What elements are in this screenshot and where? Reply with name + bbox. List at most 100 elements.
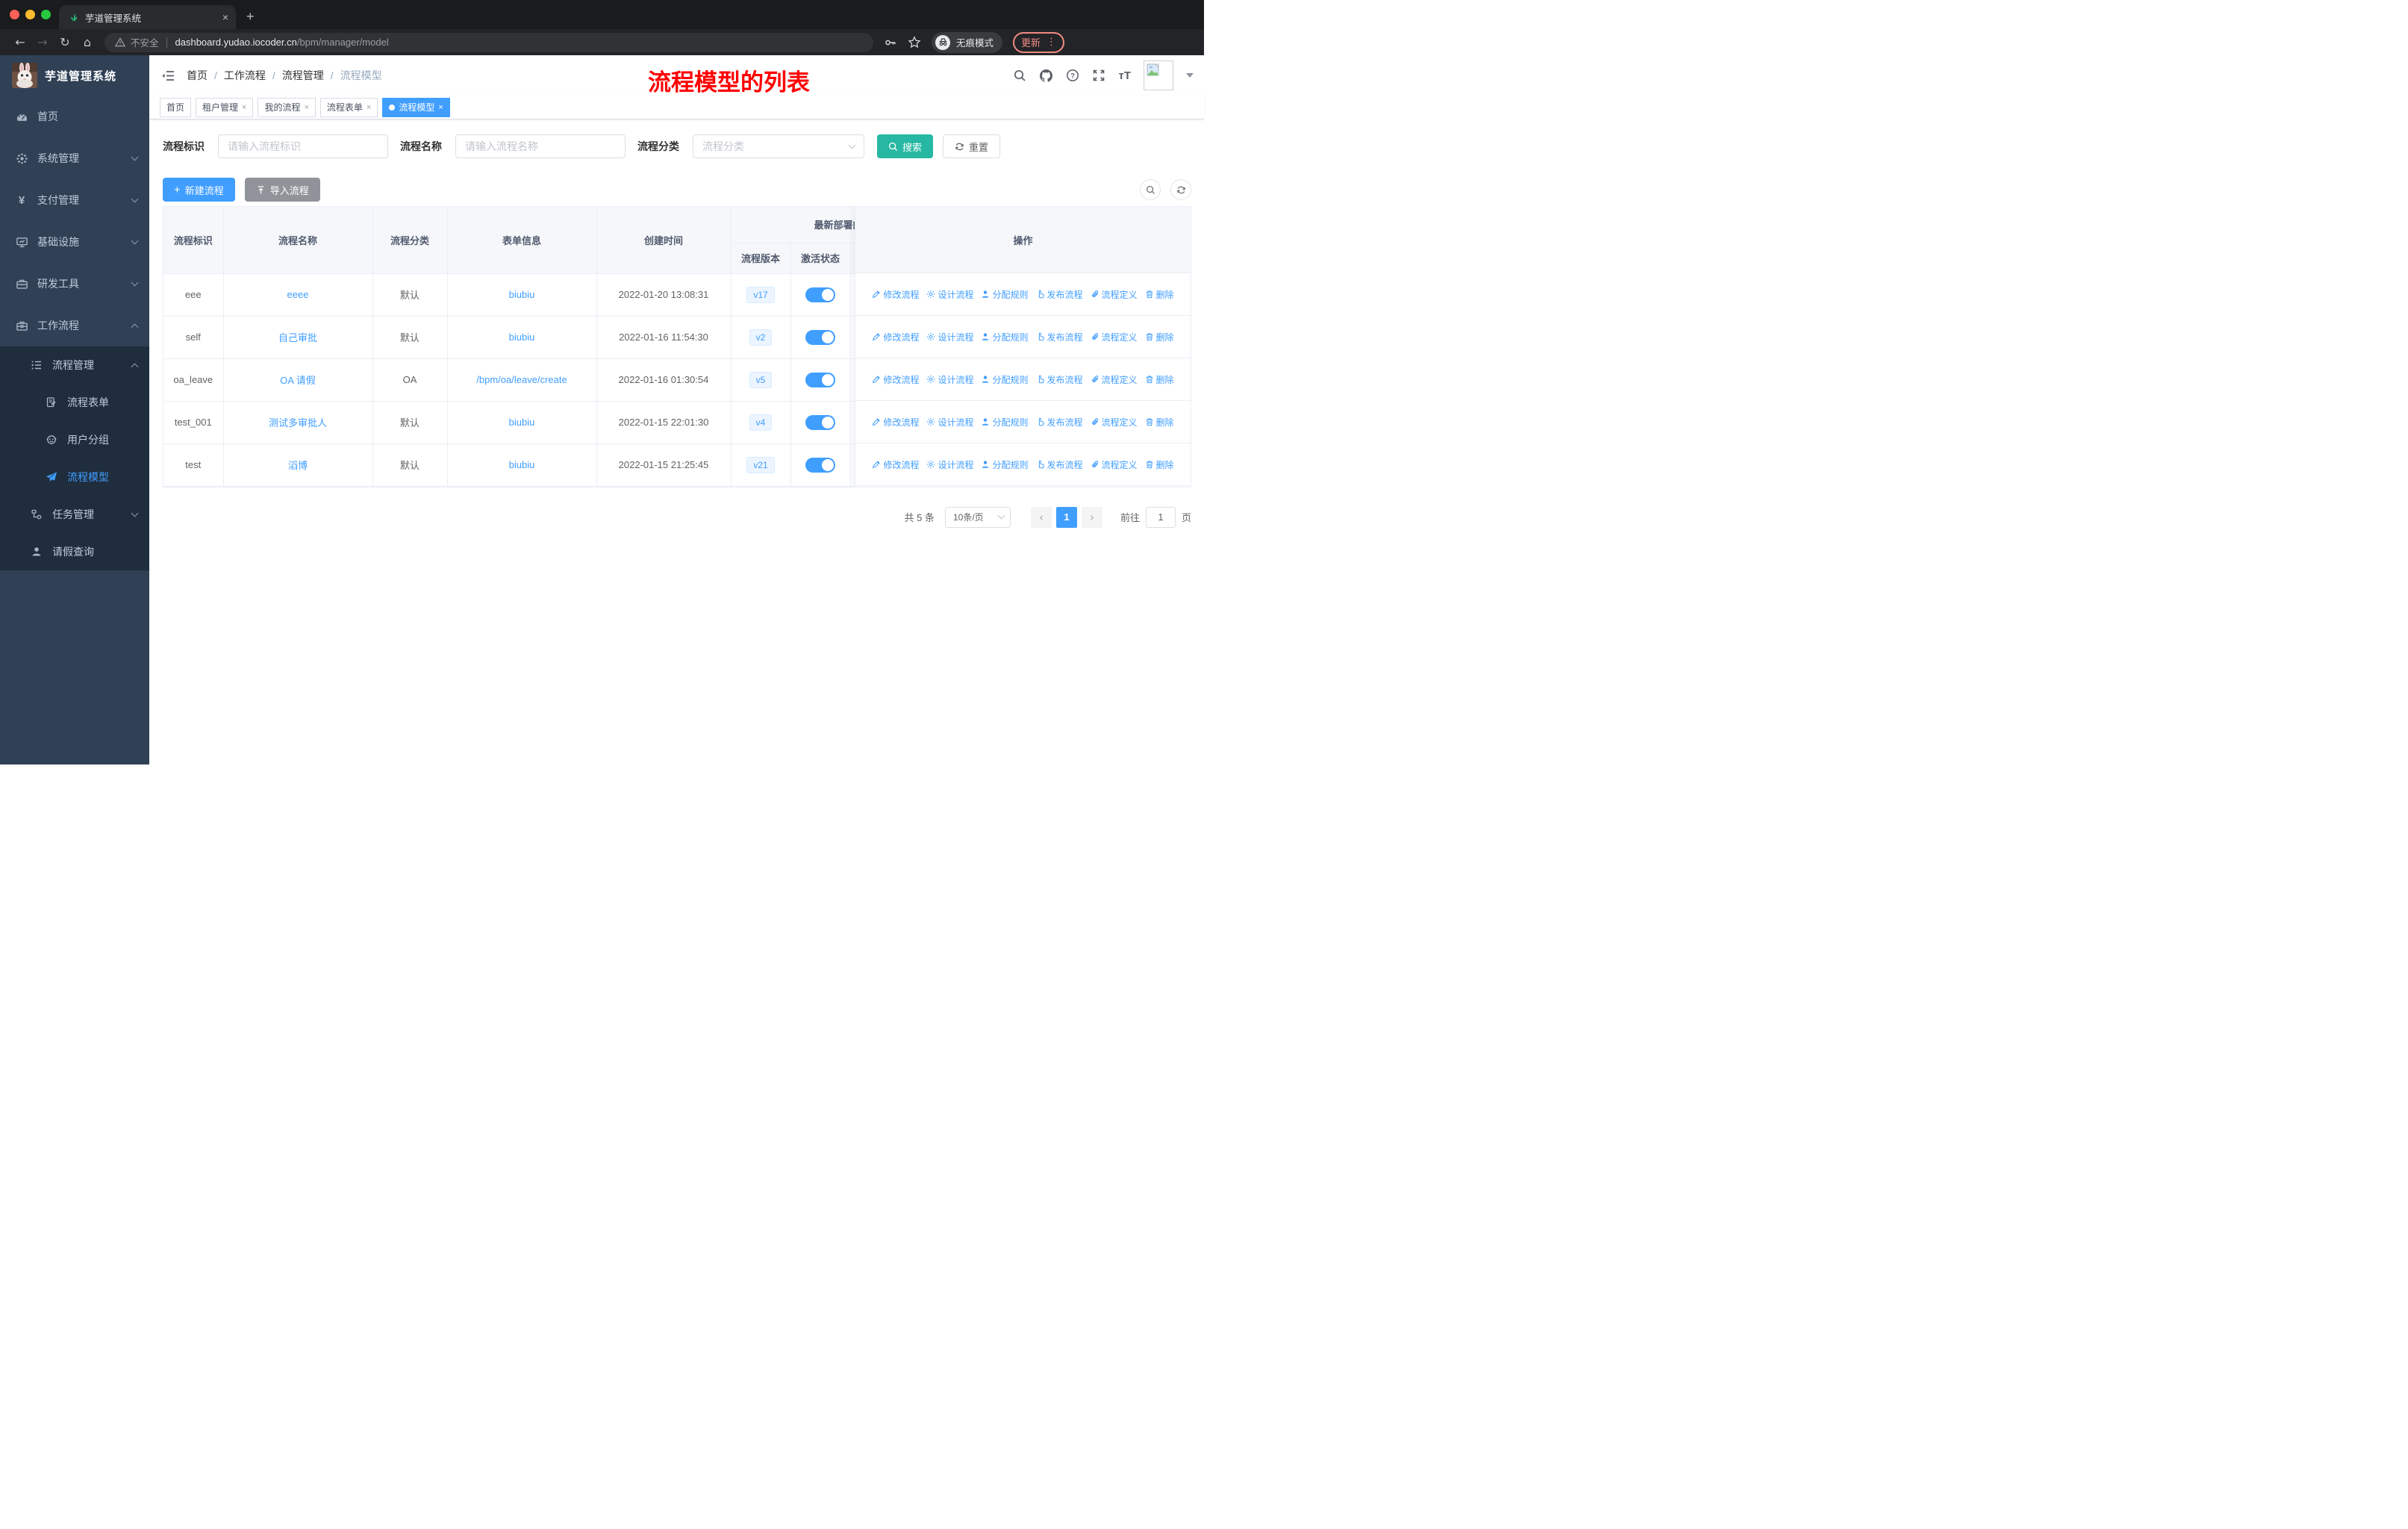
model-name-link[interactable]: eeee [287, 289, 309, 300]
tag-close-icon[interactable]: × [242, 99, 246, 116]
model-name-link[interactable]: 自己审批 [278, 332, 317, 343]
search-icon[interactable] [1013, 69, 1026, 82]
active-switch[interactable] [805, 329, 835, 345]
design-process-link[interactable]: 设计流程 [926, 416, 973, 429]
form-info-link[interactable]: biubiu [509, 417, 535, 428]
font-size-icon[interactable]: тT [1118, 69, 1131, 82]
tag-home[interactable]: 首页 [160, 97, 192, 117]
delete-process-link[interactable]: 删除 [1145, 416, 1174, 429]
github-icon[interactable] [1039, 69, 1053, 83]
sidebar-item-payment[interactable]: ¥ 支付管理 [0, 179, 149, 221]
sidebar-item-home[interactable]: 首页 [0, 96, 149, 137]
process-definition-link[interactable]: 流程定义 [1091, 416, 1138, 429]
browser-menu-icon[interactable]: ⋮ [1047, 37, 1056, 48]
avatar[interactable] [1144, 60, 1173, 90]
publish-process-link[interactable]: 发布流程 [1036, 331, 1083, 343]
tab-close-icon[interactable]: × [222, 12, 228, 22]
filter-name-input[interactable] [455, 134, 626, 158]
goto-page-input[interactable] [1145, 506, 1176, 528]
next-page-button[interactable]: › [1081, 506, 1102, 528]
url-domain[interactable]: dashboard.yudao.iocoder.cn [175, 37, 297, 48]
hamburger-icon[interactable] [161, 69, 175, 82]
update-label[interactable]: 更新 [1021, 35, 1041, 49]
browser-tab[interactable]: 芋道管理系统 × [59, 5, 236, 29]
tag-close-icon[interactable]: × [366, 99, 371, 116]
process-definition-link[interactable]: 流程定义 [1091, 458, 1138, 471]
breadcrumb-item[interactable]: 首页 [187, 68, 208, 83]
refresh-table-button[interactable] [1170, 179, 1191, 200]
assign-rule-link[interactable]: 分配规则 [981, 331, 1029, 343]
active-switch[interactable] [805, 287, 835, 302]
zoom-window-button[interactable] [41, 10, 51, 19]
show-search-toggle-button[interactable] [1140, 179, 1161, 200]
edit-process-link[interactable]: 修改流程 [872, 331, 919, 343]
breadcrumb-item[interactable]: 工作流程 [224, 68, 266, 83]
tag-tenant[interactable]: 租户管理 × [196, 97, 254, 117]
tag-process-form[interactable]: 流程表单 × [319, 97, 378, 117]
page-number-button[interactable]: 1 [1055, 506, 1077, 528]
assign-rule-link[interactable]: 分配规则 [981, 373, 1029, 386]
delete-process-link[interactable]: 删除 [1145, 331, 1174, 343]
form-info-link[interactable]: /bpm/oa/leave/create [476, 374, 567, 385]
active-switch[interactable] [805, 372, 835, 387]
delete-process-link[interactable]: 删除 [1145, 458, 1174, 471]
publish-process-link[interactable]: 发布流程 [1036, 458, 1083, 471]
sidebar-item-leave-query[interactable]: 请假查询 [0, 533, 149, 570]
assign-rule-link[interactable]: 分配规则 [981, 416, 1029, 429]
form-info-link[interactable]: biubiu [509, 459, 535, 470]
tag-close-icon[interactable]: × [304, 99, 308, 116]
close-window-button[interactable] [10, 10, 19, 19]
sidebar-item-system[interactable]: 系统管理 [0, 137, 149, 179]
edit-process-link[interactable]: 修改流程 [872, 373, 919, 386]
process-definition-link[interactable]: 流程定义 [1091, 373, 1138, 386]
assign-rule-link[interactable]: 分配规则 [981, 288, 1029, 301]
help-icon[interactable]: ? [1066, 69, 1079, 82]
design-process-link[interactable]: 设计流程 [926, 288, 973, 301]
filter-key-input[interactable] [218, 134, 388, 158]
design-process-link[interactable]: 设计流程 [926, 458, 973, 471]
publish-process-link[interactable]: 发布流程 [1036, 416, 1083, 429]
prev-page-button[interactable]: ‹ [1030, 506, 1052, 528]
fullscreen-icon[interactable] [1092, 69, 1105, 82]
form-info-link[interactable]: biubiu [509, 331, 535, 343]
active-switch[interactable] [805, 457, 835, 473]
sidebar-item-infrastructure[interactable]: 基础设施 [0, 221, 149, 263]
page-size-select[interactable]: 10条/页 [944, 506, 1011, 528]
process-definition-link[interactable]: 流程定义 [1091, 331, 1138, 343]
breadcrumb-item[interactable]: 流程管理 [282, 68, 324, 83]
edit-process-link[interactable]: 修改流程 [872, 458, 919, 471]
home-icon[interactable]: ⌂ [76, 35, 99, 49]
avatar-caret-icon[interactable] [1186, 73, 1194, 78]
url-path[interactable]: /bpm/manager/model [297, 37, 389, 48]
sidebar-item-task-management[interactable]: 任务管理 [0, 496, 149, 533]
back-icon[interactable]: ← [9, 35, 31, 49]
window-controls[interactable] [10, 10, 51, 19]
publish-process-link[interactable]: 发布流程 [1036, 288, 1083, 301]
sidebar-item-user-group[interactable]: 用户分组 [0, 421, 149, 458]
tag-my-process[interactable]: 我的流程 × [258, 97, 316, 117]
tag-close-icon[interactable]: × [438, 99, 443, 116]
process-definition-link[interactable]: 流程定义 [1091, 288, 1138, 301]
assign-rule-link[interactable]: 分配规则 [981, 458, 1029, 471]
create-process-button[interactable]: + 新建流程 [163, 178, 235, 202]
new-tab-button[interactable]: + [246, 9, 255, 25]
sidebar-item-workflow[interactable]: 工作流程 [0, 305, 149, 346]
model-name-link[interactable]: 测试多审批人 [269, 417, 327, 429]
model-name-link[interactable]: OA 请假 [280, 375, 316, 386]
active-switch[interactable] [805, 414, 835, 430]
reload-icon[interactable]: ↻ [54, 35, 76, 49]
import-process-button[interactable]: 导入流程 [244, 178, 320, 202]
address-bar[interactable]: 不安全 dashboard.yudao.iocoder.cn/bpm/manag… [105, 32, 873, 52]
model-name-link[interactable]: 滔博 [288, 460, 308, 471]
design-process-link[interactable]: 设计流程 [926, 331, 973, 343]
tag-process-model[interactable]: 流程模型 × [382, 97, 450, 117]
reset-button[interactable]: 重置 [943, 134, 1001, 158]
forward-icon[interactable]: → [31, 35, 54, 49]
sidebar-item-process-form[interactable]: 流程表单 [0, 384, 149, 421]
edit-process-link[interactable]: 修改流程 [872, 288, 919, 301]
delete-process-link[interactable]: 删除 [1145, 373, 1174, 386]
sidebar-item-process-management[interactable]: 流程管理 [0, 346, 149, 384]
design-process-link[interactable]: 设计流程 [926, 373, 973, 386]
edit-process-link[interactable]: 修改流程 [872, 416, 919, 429]
minimize-window-button[interactable] [25, 10, 35, 19]
